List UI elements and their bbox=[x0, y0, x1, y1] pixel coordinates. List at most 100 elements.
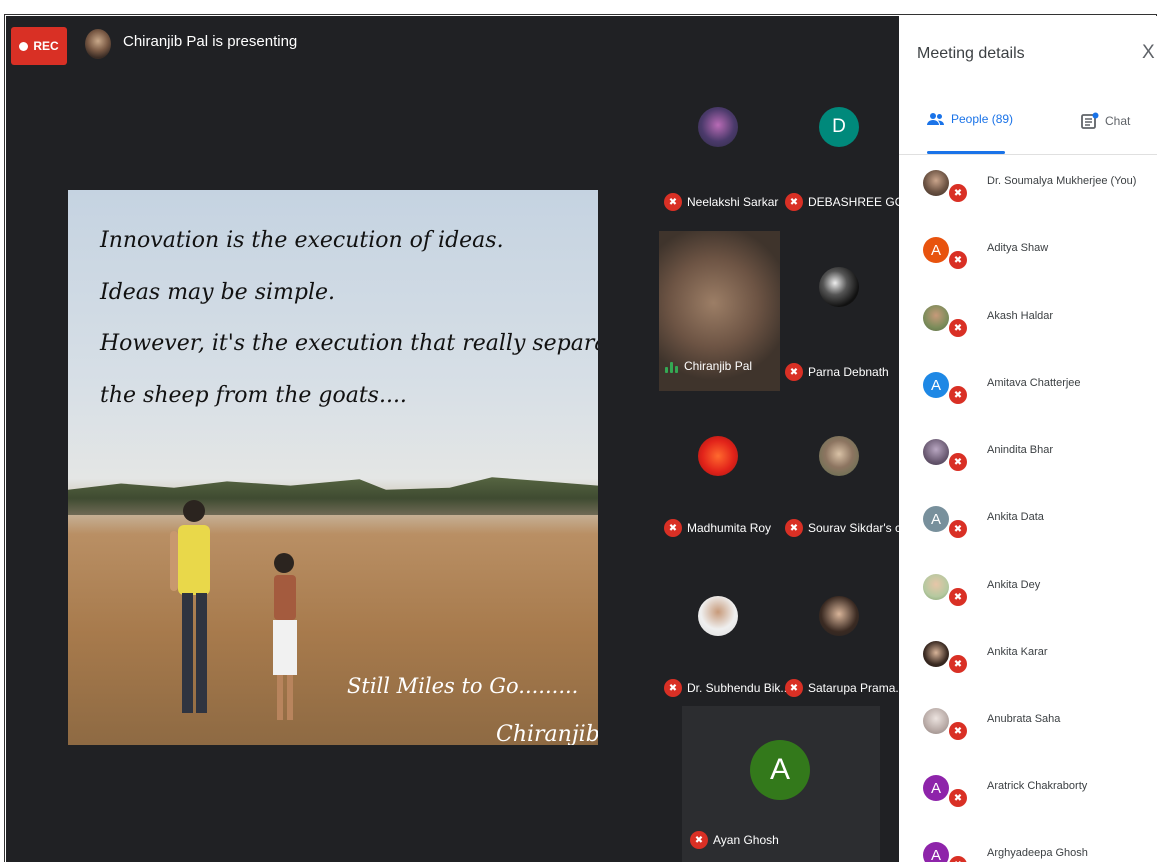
quote-line-2: Ideas may be simple. bbox=[100, 280, 336, 305]
person-name: Anindita Bhar bbox=[987, 444, 1054, 456]
quote-line-1: Innovation is the execution of ideas. bbox=[100, 228, 504, 253]
mic-off-icon: ✖ bbox=[949, 588, 967, 606]
mic-off-icon: ✖ bbox=[949, 319, 967, 337]
people-list-item[interactable]: A ✖ Ankita Data bbox=[919, 498, 1157, 558]
participant-tile[interactable]: D ✖ DEBASHREE GO... bbox=[779, 72, 899, 222]
mic-off-icon: ✖ bbox=[785, 363, 803, 381]
participant-avatar bbox=[698, 596, 738, 636]
mic-off-icon: ✖ bbox=[949, 789, 967, 807]
people-list-item[interactable]: ✖ Anubrata Saha bbox=[919, 700, 1157, 760]
participant-tile[interactable]: ✖ Dr. Subhendu Bik... bbox=[658, 552, 790, 702]
people-list-item[interactable]: A ✖ Arghyadeepa Ghosh bbox=[919, 834, 1157, 863]
participant-label: ✖ Sourav Sikdar's c... bbox=[785, 519, 899, 537]
tab-chat-label: Chat bbox=[1105, 114, 1131, 128]
person-name: Ankita Data bbox=[987, 511, 1044, 523]
participant-name: Sourav Sikdar's c... bbox=[808, 521, 899, 535]
person-name: Aditya Shaw bbox=[987, 242, 1049, 254]
slide-child-figure bbox=[170, 500, 210, 713]
participant-tile[interactable]: ✖ Neelakshi Sarkar bbox=[658, 72, 778, 222]
participant-label: ✖ DEBASHREE GO... bbox=[785, 193, 899, 211]
person-avatar: A bbox=[923, 372, 949, 398]
meeting-details-panel: Meeting details X People (89) Chat ✖ Dr.… bbox=[899, 16, 1157, 863]
top-bar: REC Chiranjib Pal is presenting bbox=[6, 16, 899, 76]
people-list-item[interactable]: ✖ Ankita Dey bbox=[919, 566, 1157, 626]
people-icon bbox=[927, 113, 944, 125]
person-name: Ankita Dey bbox=[987, 579, 1041, 591]
participant-name: DEBASHREE GO... bbox=[808, 195, 899, 209]
mic-off-icon: ✖ bbox=[785, 679, 803, 697]
participant-tile[interactable]: ✖ Madhumita Roy bbox=[658, 392, 778, 542]
people-list-item[interactable]: ✖ Akash Haldar bbox=[919, 297, 1157, 357]
mic-off-icon: ✖ bbox=[949, 453, 967, 471]
mic-off-icon: ✖ bbox=[949, 251, 967, 269]
person-name: Aratrick Chakraborty bbox=[987, 780, 1088, 792]
participant-name: Neelakshi Sarkar bbox=[687, 195, 779, 209]
participant-name: Parna Debnath bbox=[808, 365, 889, 379]
person-avatar bbox=[923, 170, 949, 196]
close-icon[interactable]: X bbox=[1142, 42, 1155, 64]
person-avatar: A bbox=[923, 775, 949, 801]
speaking-icon bbox=[665, 359, 679, 373]
participant-name: Madhumita Roy bbox=[687, 521, 772, 535]
quote-line-3: However, it's the execution that really … bbox=[100, 331, 598, 356]
slide-small-child-figure bbox=[273, 553, 297, 720]
meeting-stage: REC Chiranjib Pal is presenting Innovati… bbox=[6, 16, 899, 863]
bottom-edge bbox=[0, 862, 1159, 868]
person-avatar bbox=[923, 574, 949, 600]
participant-tile[interactable]: ✖ Sourav Sikdar's c... bbox=[779, 392, 899, 542]
participant-tile-large[interactable]: A ✖ Ayan Ghosh bbox=[682, 706, 880, 863]
recording-badge: REC bbox=[11, 27, 67, 65]
participant-name: Satarupa Prama... bbox=[808, 681, 899, 695]
participant-avatar bbox=[819, 267, 859, 307]
participant-name: Dr. Subhendu Bik... bbox=[687, 681, 791, 695]
mic-off-icon: ✖ bbox=[949, 520, 967, 538]
shared-slide: Innovation is the execution of ideas. Id… bbox=[68, 190, 598, 745]
people-list-item[interactable]: ✖ Anindita Bhar bbox=[919, 431, 1157, 491]
person-name: Akash Haldar bbox=[987, 310, 1054, 322]
tab-chat[interactable]: Chat bbox=[1081, 112, 1130, 130]
panel-divider bbox=[899, 154, 1157, 155]
participant-avatar: A bbox=[750, 740, 810, 800]
panel-title: Meeting details bbox=[917, 45, 1025, 62]
participant-name: Chiranjib Pal bbox=[684, 359, 753, 373]
participant-avatar bbox=[819, 596, 859, 636]
participant-tile[interactable]: ✖ Satarupa Prama... bbox=[779, 552, 899, 702]
person-name: Ankita Karar bbox=[987, 646, 1048, 658]
presenter-avatar bbox=[85, 29, 111, 59]
person-name: Anubrata Saha bbox=[987, 713, 1061, 725]
participant-tile[interactable]: ✖ Parna Debnath bbox=[779, 232, 899, 382]
person-avatar bbox=[923, 641, 949, 667]
record-dot-icon bbox=[19, 41, 29, 51]
person-avatar bbox=[923, 439, 949, 465]
person-avatar bbox=[923, 708, 949, 734]
person-avatar: A bbox=[923, 506, 949, 532]
slide-treeline bbox=[68, 477, 598, 515]
participant-avatar bbox=[698, 436, 738, 476]
tab-people[interactable]: People (89) bbox=[927, 112, 1013, 126]
participant-label: ✖ Parna Debnath bbox=[785, 363, 889, 381]
people-list-item[interactable]: A ✖ Aditya Shaw bbox=[919, 229, 1157, 289]
people-list-item[interactable]: ✖ Ankita Karar bbox=[919, 633, 1157, 693]
presenting-status: Chiranjib Pal is presenting bbox=[123, 33, 298, 50]
participant-label: Chiranjib Pal bbox=[665, 359, 752, 373]
people-list-item[interactable]: A ✖ Amitava Chatterjee bbox=[919, 364, 1157, 424]
person-name: Arghyadeepa Ghosh bbox=[987, 847, 1088, 859]
participant-avatar bbox=[698, 107, 738, 147]
mic-off-icon: ✖ bbox=[664, 679, 682, 697]
participant-label: ✖ Ayan Ghosh bbox=[690, 831, 779, 849]
mic-off-icon: ✖ bbox=[690, 831, 708, 849]
slide-caption: Still Miles to Go......... bbox=[347, 674, 579, 698]
participant-label: ✖ Madhumita Roy bbox=[664, 519, 771, 537]
mic-off-icon: ✖ bbox=[949, 184, 967, 202]
presenter-video-tile[interactable]: Chiranjib Pal bbox=[659, 231, 780, 391]
slide-signature: Chiranjib bbox=[496, 722, 598, 745]
mic-off-icon: ✖ bbox=[664, 519, 682, 537]
quote-line-4: the sheep from the goats.... bbox=[100, 383, 407, 408]
participant-label: ✖ Dr. Subhendu Bik... bbox=[664, 679, 790, 697]
mic-off-icon: ✖ bbox=[949, 722, 967, 740]
participant-name: Ayan Ghosh bbox=[713, 833, 779, 847]
participant-avatar: D bbox=[819, 107, 859, 147]
mic-off-icon: ✖ bbox=[785, 193, 803, 211]
people-list-item[interactable]: ✖ Dr. Soumalya Mukherjee (You) bbox=[919, 162, 1157, 222]
people-list-item[interactable]: A ✖ Aratrick Chakraborty bbox=[919, 767, 1157, 827]
